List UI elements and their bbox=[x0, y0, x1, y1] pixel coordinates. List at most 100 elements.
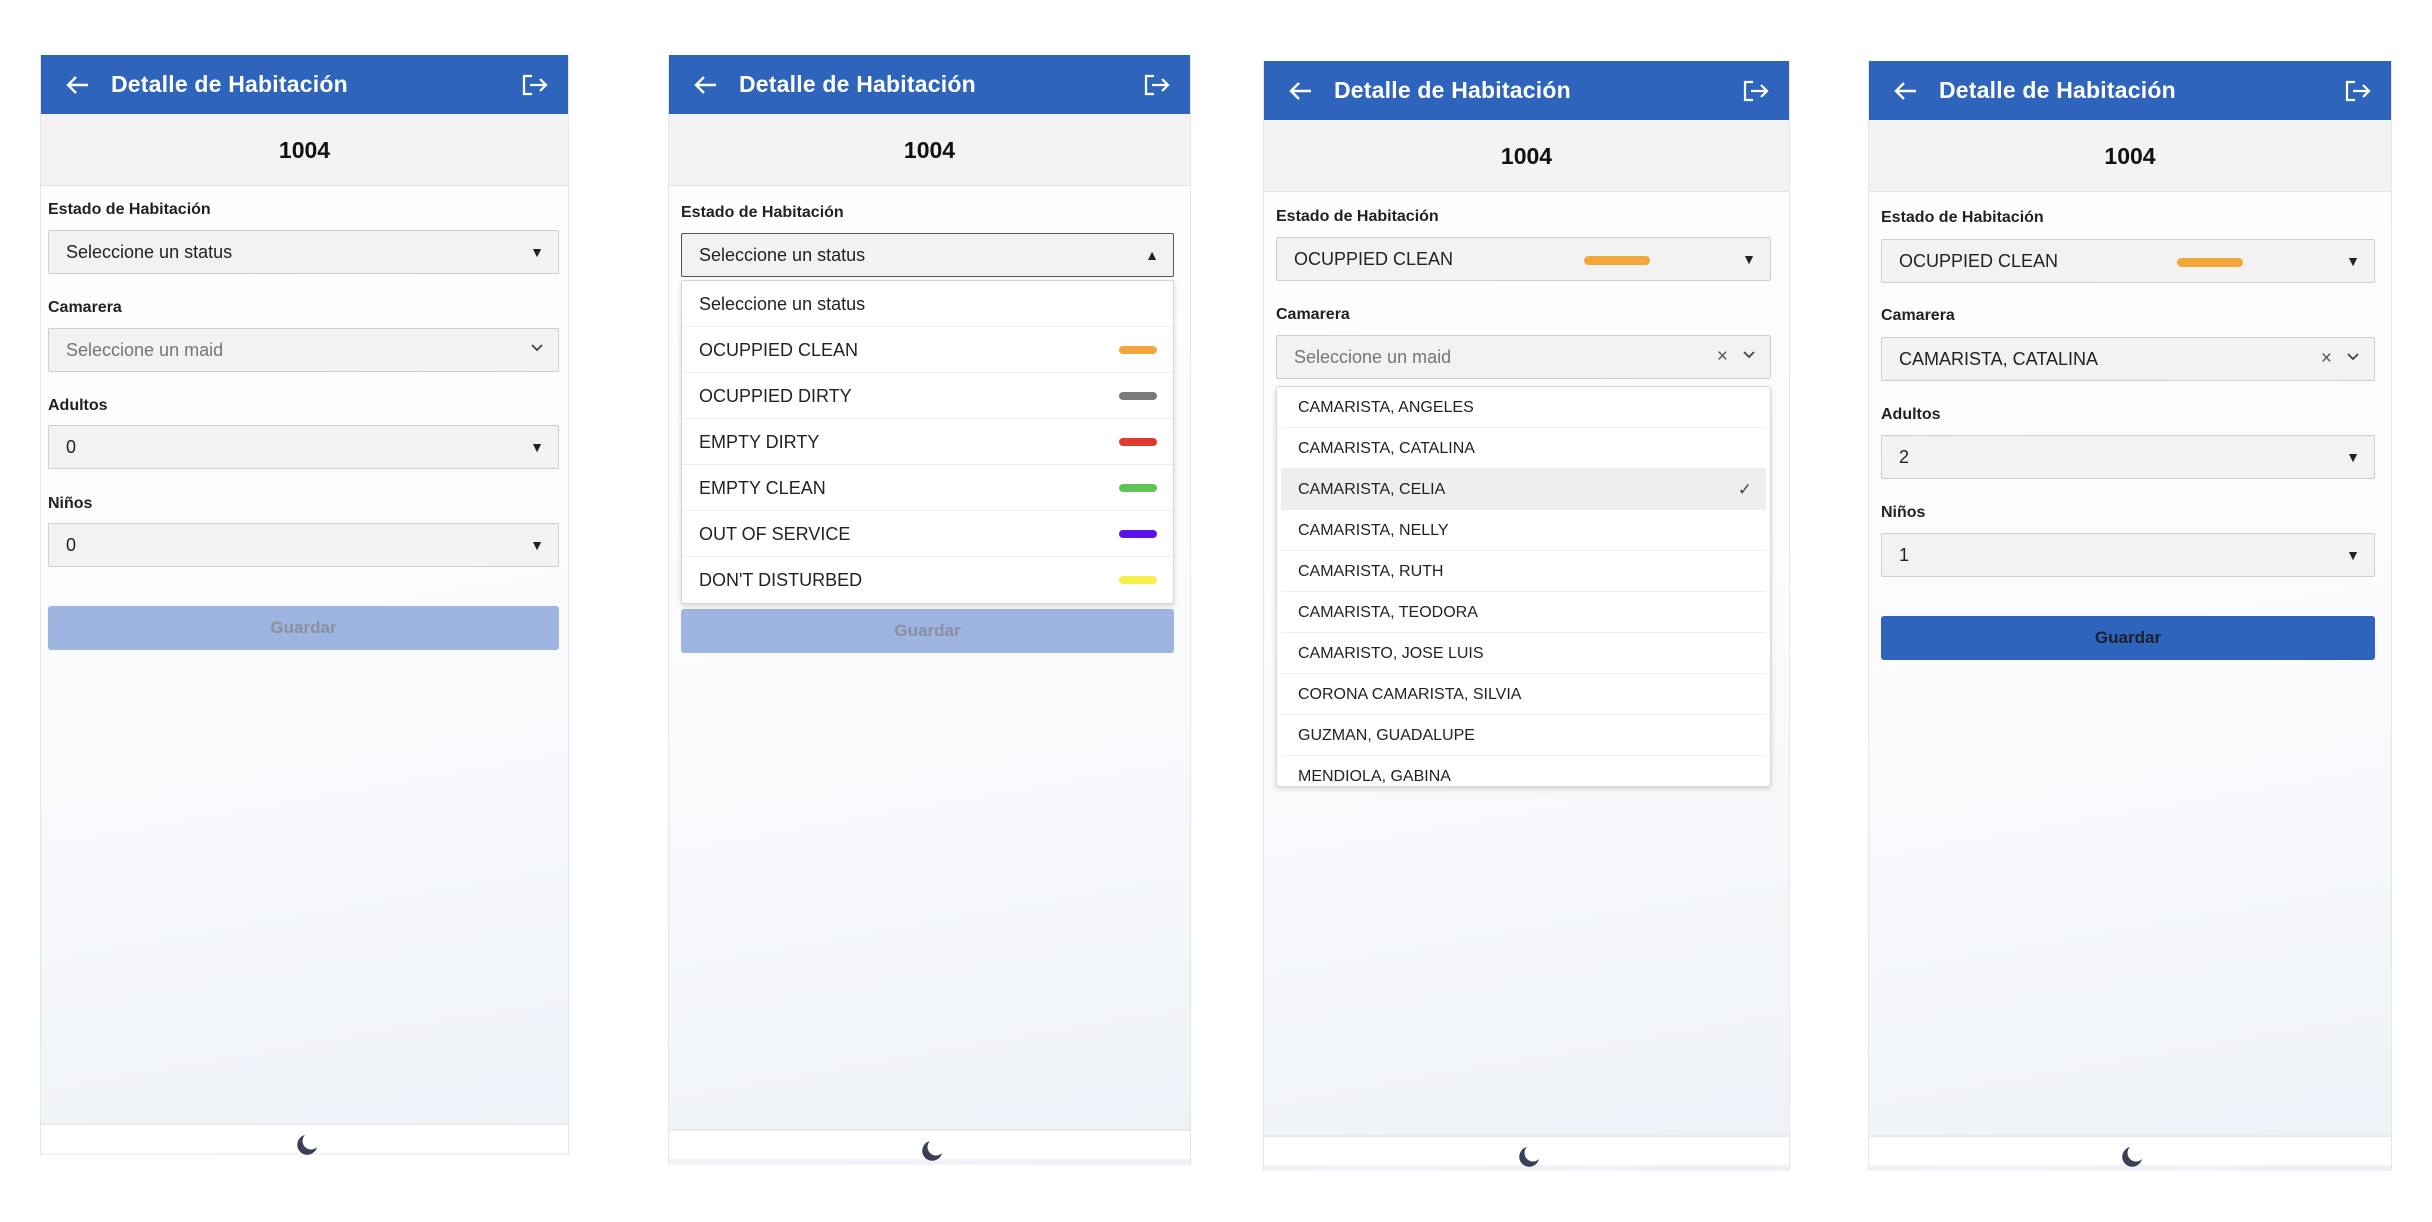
bottom-bar bbox=[1264, 1135, 1789, 1167]
status-color-swatch bbox=[1119, 530, 1157, 538]
caret-up-icon: ▲ bbox=[1145, 247, 1159, 263]
chevron-down-icon bbox=[531, 344, 543, 352]
clear-icon[interactable]: × bbox=[1717, 336, 1728, 378]
check-icon: ✓ bbox=[1737, 480, 1752, 499]
camarera-label: Camarera bbox=[1276, 306, 1350, 323]
page-title: Detalle de Habitación bbox=[1334, 77, 1571, 103]
maid-value: Seleccione un maid bbox=[66, 340, 224, 360]
back-button[interactable] bbox=[1284, 61, 1318, 120]
estado-label: Estado de Habitación bbox=[1881, 209, 2044, 226]
maid-option[interactable]: CORONA CAMARISTA, SILVIA bbox=[1281, 674, 1766, 715]
status-option-ocupied-clean[interactable]: OCUPPIED CLEAN bbox=[682, 327, 1173, 373]
status-select[interactable]: OCUPPIED CLEAN ▼ bbox=[1276, 237, 1771, 281]
status-color-swatch bbox=[1119, 438, 1157, 446]
camarera-label: Camarera bbox=[1881, 307, 1955, 324]
status-option[interactable]: Seleccione un status bbox=[682, 281, 1173, 327]
maid-option[interactable]: CAMARISTA, RUTH bbox=[1281, 551, 1766, 592]
maid-dropdown-list[interactable]: CAMARISTA, ANGELES CAMARISTA, CATALINA C… bbox=[1276, 386, 1771, 787]
maid-option[interactable]: CAMARISTA, CATALINA bbox=[1281, 428, 1766, 469]
adultos-label: Adultos bbox=[1881, 406, 1941, 423]
status-color-swatch bbox=[1584, 256, 1650, 265]
status-value: Seleccione un status bbox=[66, 242, 233, 262]
caret-down-icon: ▼ bbox=[2346, 547, 2360, 563]
logout-icon bbox=[1743, 80, 1769, 101]
room-number: 1004 bbox=[669, 114, 1190, 186]
chevron-down-icon bbox=[1743, 351, 1755, 359]
status-color-swatch bbox=[1119, 576, 1157, 584]
app-bar: Detalle de Habitación bbox=[1869, 61, 2391, 120]
moon-icon[interactable] bbox=[1513, 1145, 1541, 1169]
status-value: OCUPPIED CLEAN bbox=[1899, 251, 2059, 271]
logout-icon bbox=[1144, 74, 1170, 95]
logout-button[interactable] bbox=[2341, 61, 2375, 120]
maid-option[interactable]: MENDIOLA, GABINA bbox=[1281, 756, 1766, 786]
status-option-empty-clean[interactable]: EMPTY CLEAN bbox=[682, 465, 1173, 511]
bottom-bar bbox=[669, 1129, 1190, 1161]
back-button[interactable] bbox=[1889, 61, 1923, 120]
phone-screen-4: Detalle de Habitación 1004 Estado de Hab… bbox=[1868, 61, 2392, 1171]
clear-icon[interactable]: × bbox=[2321, 338, 2332, 380]
status-option-dont-disturbed[interactable]: DON'T DISTURBED bbox=[682, 557, 1173, 603]
maid-select[interactable]: Seleccione un maid bbox=[48, 328, 559, 372]
back-button[interactable] bbox=[689, 55, 723, 114]
status-color-swatch bbox=[1119, 392, 1157, 400]
estado-label: Estado de Habitación bbox=[681, 204, 844, 221]
ninos-select[interactable]: 0 ▼ bbox=[48, 523, 559, 567]
ninos-label: Niños bbox=[1881, 504, 1926, 521]
room-number: 1004 bbox=[41, 114, 568, 186]
estado-label: Estado de Habitación bbox=[1276, 208, 1439, 225]
caret-down-icon: ▼ bbox=[2346, 253, 2360, 269]
save-button[interactable]: Guardar bbox=[48, 606, 559, 650]
status-select[interactable]: OCUPPIED CLEAN ▼ bbox=[1881, 239, 2375, 283]
adultos-value: 0 bbox=[66, 437, 77, 457]
maid-select[interactable]: Seleccione un maid × bbox=[1276, 335, 1771, 379]
app-bar: Detalle de Habitación bbox=[41, 55, 568, 114]
maid-option[interactable]: CAMARISTO, JOSE LUIS bbox=[1281, 633, 1766, 674]
caret-down-icon: ▼ bbox=[530, 537, 544, 553]
bottom-bar bbox=[41, 1123, 568, 1155]
status-color-swatch bbox=[1119, 484, 1157, 492]
caret-down-icon: ▼ bbox=[1742, 251, 1756, 267]
arrow-left-icon bbox=[1289, 81, 1311, 100]
chevron-down-icon bbox=[2347, 353, 2359, 361]
maid-option[interactable]: CAMARISTA, NELLY bbox=[1281, 510, 1766, 551]
maid-option[interactable]: CAMARISTA, TEODORA bbox=[1281, 592, 1766, 633]
adultos-select[interactable]: 2 ▼ bbox=[1881, 435, 2375, 479]
save-button[interactable]: Guardar bbox=[1881, 616, 2375, 660]
back-button[interactable] bbox=[61, 55, 95, 114]
caret-down-icon: ▼ bbox=[530, 244, 544, 260]
ninos-select[interactable]: 1 ▼ bbox=[1881, 533, 2375, 577]
maid-option-selected[interactable]: CAMARISTA, CELIA ✓ bbox=[1281, 469, 1766, 510]
status-select[interactable]: Seleccione un status ▲ bbox=[681, 233, 1174, 277]
status-select[interactable]: Seleccione un status ▼ bbox=[48, 230, 559, 274]
logout-button[interactable] bbox=[518, 55, 552, 114]
room-number: 1004 bbox=[1869, 120, 2391, 192]
maid-option[interactable]: CAMARISTA, ANGELES bbox=[1281, 387, 1766, 428]
estado-label: Estado de Habitación bbox=[48, 201, 211, 218]
status-option-empty-dirty[interactable]: EMPTY DIRTY bbox=[682, 419, 1173, 465]
status-value: Seleccione un status bbox=[699, 245, 866, 265]
app-bar: Detalle de Habitación bbox=[1264, 61, 1789, 120]
maid-select[interactable]: CAMARISTA, CATALINA × bbox=[1881, 337, 2375, 381]
page-title: Detalle de Habitación bbox=[1939, 77, 2176, 103]
moon-icon[interactable] bbox=[2116, 1145, 2144, 1169]
status-value: OCUPPIED CLEAN bbox=[1294, 249, 1454, 269]
logout-button[interactable] bbox=[1140, 55, 1174, 114]
status-option-ocupied-dirty[interactable]: OCUPPIED DIRTY bbox=[682, 373, 1173, 419]
status-color-swatch bbox=[2177, 258, 2243, 267]
room-number: 1004 bbox=[1264, 120, 1789, 192]
logout-icon bbox=[522, 74, 548, 95]
maid-value: CAMARISTA, CATALINA bbox=[1899, 349, 2099, 369]
arrow-left-icon bbox=[66, 75, 88, 94]
adultos-select[interactable]: 0 ▼ bbox=[48, 425, 559, 469]
moon-icon[interactable] bbox=[291, 1133, 319, 1155]
status-option-out-of-service[interactable]: OUT OF SERVICE bbox=[682, 511, 1173, 557]
maid-option[interactable]: GUZMAN, GUADALUPE bbox=[1281, 715, 1766, 756]
moon-icon[interactable] bbox=[916, 1139, 944, 1163]
save-button[interactable]: Guardar bbox=[681, 609, 1174, 653]
phone-screen-2: Detalle de Habitación 1004 Estado de Hab… bbox=[668, 55, 1191, 1165]
phone-screen-3: Detalle de Habitación 1004 Estado de Hab… bbox=[1263, 61, 1790, 1171]
page-title: Detalle de Habitación bbox=[111, 71, 348, 97]
arrow-left-icon bbox=[1894, 81, 1916, 100]
logout-button[interactable] bbox=[1739, 61, 1773, 120]
